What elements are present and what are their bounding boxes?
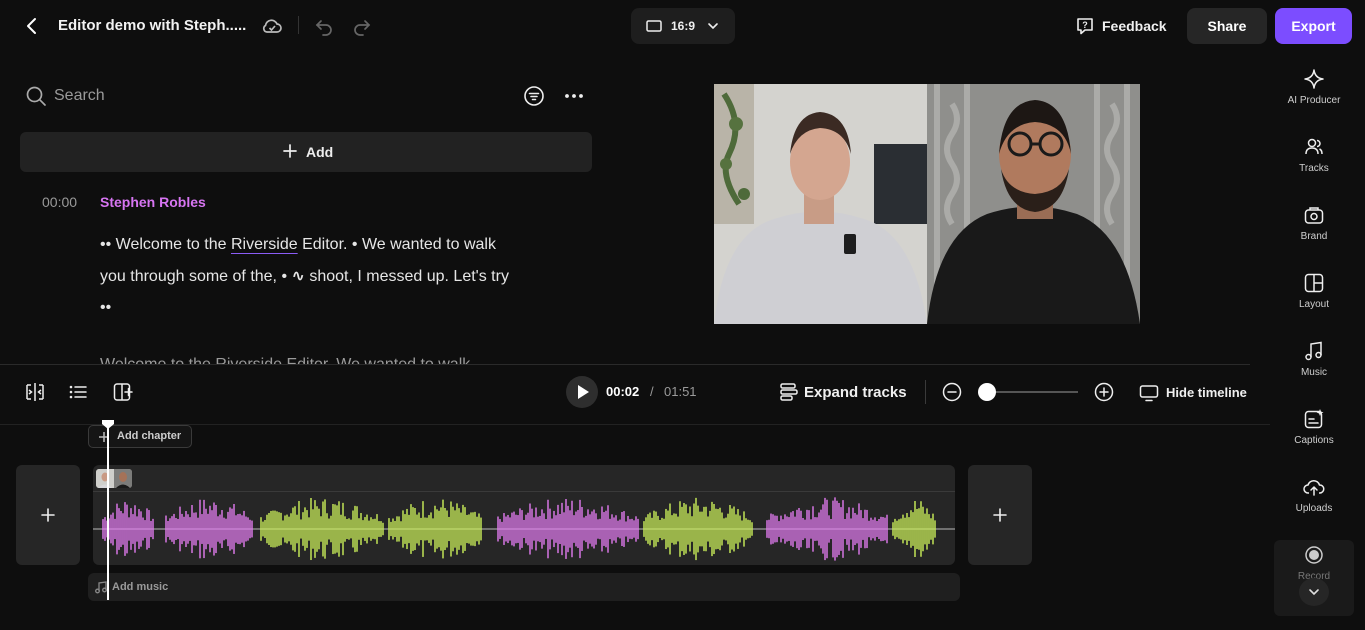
highlighted-word[interactable]: Riverside — [231, 236, 298, 253]
add-music-track[interactable]: Add music — [88, 573, 960, 601]
rail-label: Tracks — [1299, 163, 1329, 174]
add-music-label: Add music — [112, 581, 169, 593]
captions-icon — [1303, 408, 1325, 430]
hide-timeline-label: Hide timeline — [1166, 385, 1247, 400]
project-title[interactable]: Editor demo with Steph..... — [58, 17, 246, 34]
feedback-icon: ? — [1074, 15, 1096, 37]
add-label: Add — [306, 144, 334, 160]
host-camera-feed — [927, 84, 1140, 324]
transcript-text: •• Welcome to the — [100, 236, 231, 253]
rail-layout[interactable]: Layout — [1274, 272, 1354, 332]
rail-label: Brand — [1300, 231, 1328, 242]
aspect-ratio-dropdown[interactable]: 16:9 — [631, 8, 735, 44]
zoom-out-icon[interactable] — [941, 381, 963, 403]
rail-music[interactable]: Music — [1274, 340, 1354, 400]
plus-icon — [38, 505, 58, 525]
undo-icon[interactable] — [312, 14, 336, 38]
collapse-rail-button[interactable] — [1299, 578, 1329, 606]
brand-icon — [1303, 204, 1325, 226]
chevron-down-icon — [1307, 585, 1321, 599]
rail-ai-producer[interactable]: AI Producer — [1274, 68, 1354, 128]
play-button[interactable] — [566, 376, 598, 408]
audio-marker-icon[interactable]: ∿ — [292, 268, 305, 285]
playhead[interactable] — [107, 424, 109, 600]
timeline-divider — [0, 424, 1270, 425]
time-separator: / — [650, 384, 654, 399]
rail-label: Captions — [1294, 435, 1334, 446]
hide-timeline-icon — [1138, 382, 1160, 404]
guest-camera-feed — [714, 84, 927, 324]
record-icon — [1303, 544, 1325, 566]
zoom-slider-handle[interactable] — [978, 383, 996, 401]
cloud-sync-icon[interactable] — [260, 14, 284, 38]
audio-video-track[interactable] — [93, 465, 955, 565]
rail-label: Layout — [1298, 299, 1330, 310]
play-icon — [576, 384, 590, 400]
music-note-icon — [94, 580, 108, 594]
rail-captions[interactable]: Captions — [1274, 408, 1354, 468]
add-layout-icon[interactable] — [112, 381, 134, 403]
zoom-in-icon[interactable] — [1093, 381, 1115, 403]
sparkle-icon — [1303, 68, 1325, 90]
transcript-timestamp[interactable]: 00:00 — [42, 194, 77, 210]
clip-thumbnail — [96, 469, 132, 488]
transcript-paragraph[interactable]: •• Welcome to the Riverside Editor. • We… — [100, 229, 520, 324]
video-preview[interactable] — [714, 84, 1140, 324]
redo-icon[interactable] — [350, 14, 374, 38]
rail-label: Uploads — [1295, 503, 1333, 514]
upload-cloud-icon — [1303, 476, 1325, 498]
controls-divider — [925, 380, 926, 404]
panel-divider — [0, 364, 1250, 365]
export-button[interactable]: Export — [1275, 8, 1352, 44]
playhead-handle[interactable] — [101, 419, 115, 430]
transcript-next-line: Welcome to the Riverside Editor. We want… — [100, 356, 520, 364]
music-note-icon — [1303, 340, 1325, 362]
add-button[interactable]: Add — [20, 132, 592, 172]
add-clip-before-button[interactable] — [16, 465, 80, 565]
share-button[interactable]: Share — [1187, 8, 1267, 44]
rail-label: AI Producer — [1287, 95, 1341, 106]
filter-icon[interactable] — [523, 85, 545, 107]
audio-waveform — [93, 497, 955, 561]
rail-brand[interactable]: Brand — [1274, 204, 1354, 264]
add-chapter-label: Add chapter — [117, 430, 182, 442]
speaker-name[interactable]: Stephen Robles — [100, 194, 206, 210]
plus-icon — [990, 505, 1010, 525]
rail-tracks[interactable]: Tracks — [1274, 136, 1354, 196]
total-duration: 01:51 — [664, 384, 697, 399]
expand-tracks-icon — [778, 381, 800, 403]
expand-tracks-label: Expand tracks — [804, 384, 907, 401]
split-icon[interactable] — [24, 381, 46, 403]
add-clip-after-button[interactable] — [968, 465, 1032, 565]
video-thumbnail-strip — [93, 465, 955, 492]
chevron-down-icon — [706, 19, 720, 33]
rail-uploads[interactable]: Uploads — [1274, 476, 1354, 536]
svg-text:?: ? — [1082, 20, 1088, 30]
rail-label: Music — [1300, 367, 1328, 378]
search-input[interactable] — [54, 84, 354, 108]
screen-icon — [646, 19, 662, 33]
toolbar-divider — [298, 16, 299, 34]
back-arrow-icon[interactable] — [20, 14, 44, 38]
plus-icon — [282, 143, 298, 159]
more-options-icon[interactable] — [563, 86, 585, 106]
feedback-label: Feedback — [1102, 18, 1167, 34]
search-icon — [25, 85, 47, 107]
current-time: 00:02 — [606, 384, 640, 399]
layout-icon — [1303, 272, 1325, 294]
zoom-slider-track[interactable] — [985, 391, 1078, 393]
aspect-ratio-value: 16:9 — [671, 19, 696, 33]
list-icon[interactable] — [67, 381, 89, 403]
users-icon — [1303, 136, 1325, 158]
